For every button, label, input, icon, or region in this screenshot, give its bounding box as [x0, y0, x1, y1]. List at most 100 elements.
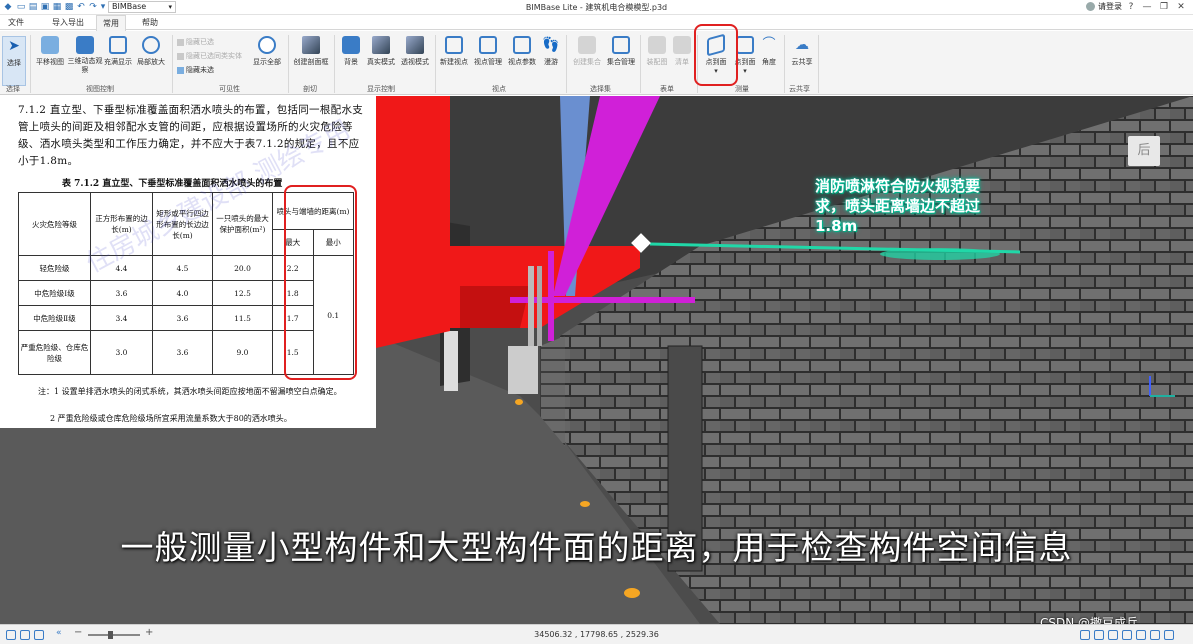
view-cube-back[interactable]: 后 [1128, 136, 1160, 166]
pan-view-label: 平移视图 [36, 58, 64, 66]
hand-icon [41, 36, 59, 54]
hide-icon [177, 52, 184, 60]
walkthrough-label: 漫游 [544, 58, 558, 66]
zoom-window-button[interactable]: 局部放大 [134, 36, 168, 86]
close-button[interactable]: ✕ [1174, 1, 1188, 13]
gray-pipe-2 [537, 266, 542, 346]
table-cell: 9.0 [212, 330, 273, 375]
eye-icon [258, 36, 276, 54]
set-manage-icon [612, 36, 630, 54]
select-button[interactable]: ➤ 选择 [2, 36, 26, 86]
window-frame-mid [508, 346, 538, 394]
group-label-visibility: 可见性 [219, 85, 240, 93]
assembly-icon [648, 36, 666, 54]
list-icon [673, 36, 691, 54]
show-all-button[interactable]: 显示全部 [250, 36, 284, 86]
cloud-share-label: 云共享 [791, 58, 813, 66]
new-viewpoint-label: 新建视点 [440, 58, 468, 66]
hide-same-type-label: 隐藏已选同类实体 [186, 52, 242, 60]
fit-all-button[interactable]: 充满显示 [103, 36, 133, 86]
measure-annotation: 消防喷淋符合防火规范要 求，喷头距离墙边不超过 1.8m [815, 176, 980, 236]
table-cell: 3.0 [90, 330, 153, 375]
orbit-button[interactable]: 三维动态观察 [67, 36, 103, 86]
sprinkler-head [580, 501, 590, 507]
perspective-mode-label: 透视模式 [401, 58, 429, 66]
background-icon [342, 36, 360, 54]
viewpoint-params-button[interactable]: 视点参数 [505, 36, 539, 86]
group-label-forms: 表单 [660, 85, 674, 93]
shade-mode-icon[interactable] [1094, 630, 1104, 640]
select-label: 选择 [7, 59, 21, 67]
realistic-mode-button[interactable]: 真实模式 [364, 36, 398, 86]
section-box-button[interactable]: 创建剖面框 [291, 36, 331, 86]
hide-icon [177, 66, 184, 74]
hide-unselected-label: 隐藏未选 [186, 66, 214, 74]
hide-selected-label: 隐藏已选 [186, 38, 214, 46]
walkthrough-button[interactable]: 👣 漫游 [539, 36, 563, 86]
title-bar: ◆ ▭ ▤ ▣ ▦ ▩ ↶ ↷ ▾ BIMBase ▾ BIMBase Lite… [0, 0, 1193, 15]
gray-pipe-1 [528, 266, 534, 346]
hide-same-type-button[interactable]: 隐藏已选同类实体 [177, 51, 242, 61]
status-bar: « − + 34506.32 , 17798.65 , 2529.36 [0, 624, 1193, 644]
tab-file[interactable]: 文件 [2, 15, 30, 30]
tab-help[interactable]: 帮助 [136, 15, 164, 30]
create-set-label: 创建集合 [573, 58, 601, 66]
view-mode-icon[interactable] [1080, 630, 1090, 640]
create-set-button[interactable]: 创建集合 [569, 36, 605, 86]
settings-icon[interactable] [1150, 630, 1160, 640]
maximize-button[interactable]: ❐ [1157, 1, 1171, 13]
table-note-1: 注：1 设置单排洒水喷头的闭式系统，其洒水喷头间距应按地面不留漏喷空白点确定。 [38, 387, 342, 396]
ribbon-tabs: 文件 导入导出 常用 帮助 [0, 15, 1193, 31]
zoom-window-label: 局部放大 [137, 58, 165, 66]
ribbon: ➤ 选择 平移视图 三维动态观察 充满显示 局部放大 隐藏已选 隐藏已选同类实体 … [0, 31, 1193, 95]
perspective-mode-button[interactable]: 透视模式 [398, 36, 432, 86]
background-button[interactable]: 背景 [338, 36, 364, 86]
help-button[interactable]: ? [1124, 1, 1138, 13]
login-button[interactable]: 请登录 [1086, 1, 1122, 13]
camera-params-icon [513, 36, 531, 54]
viewpoint-manage-button[interactable]: 视点管理 [471, 36, 505, 86]
hide-unselected-button[interactable]: 隐藏未选 [177, 65, 214, 75]
tab-common[interactable]: 常用 [96, 15, 126, 31]
fullscreen-icon[interactable] [1164, 630, 1174, 640]
angle-button[interactable]: ⌒ 角度 [758, 36, 780, 86]
magnifier-icon [142, 36, 160, 54]
avatar-icon [1086, 2, 1095, 11]
code-excerpt-panel: 7.1.2 直立型、下垂型标准覆盖面积洒水喷头的布置，包括同一根配水支管上喷头的… [0, 96, 376, 428]
table-note-2: 2 严重危险级或仓库危险级场所宜采用流量系数大于80的洒水喷头。 [50, 414, 292, 423]
group-label-viewpoint: 视点 [492, 85, 506, 93]
annotation-line-3: 1.8m [815, 217, 858, 235]
group-label-select: 选择 [6, 85, 20, 93]
group-label-measure: 测量 [735, 85, 749, 93]
tab-import-export[interactable]: 导入导出 [46, 15, 90, 30]
annotation-line-1: 消防喷淋符合防火规范要 [815, 177, 981, 195]
group-label-cloud: 云共享 [789, 85, 810, 93]
red-duct-shade [460, 286, 530, 328]
set-manage-button[interactable]: 集合管理 [605, 36, 637, 86]
csdn-watermark: CSDN @撒豆成兵 [1040, 616, 1139, 624]
bill-button[interactable]: 清单 [670, 36, 694, 86]
new-viewpoint-button[interactable]: 新建视点 [437, 36, 471, 86]
video-caption: 一般测量小型构件和大型构件面的距离，用于检查构件空间信息 [120, 528, 1073, 567]
hide-selected-button[interactable]: 隐藏已选 [177, 37, 214, 47]
3d-viewport[interactable]: 7.1.2 直立型、下垂型标准覆盖面积洒水喷头的布置，包括同一根配水支管上喷头的… [0, 96, 1193, 624]
table-cell: 11.5 [212, 305, 273, 331]
wire-mode-icon[interactable] [1108, 630, 1118, 640]
pan-view-button[interactable]: 平移视图 [33, 36, 67, 86]
footprint-icon: 👣 [542, 37, 560, 53]
group-label-view-control: 视图控制 [86, 85, 114, 93]
realistic-mode-label: 真实模式 [367, 58, 395, 66]
assembly-drawing-button[interactable]: 装配图 [644, 36, 670, 86]
cursor-icon: ➤ [8, 38, 20, 54]
camera-mode-icon[interactable] [1136, 630, 1146, 640]
measure-highlight-box [694, 24, 738, 86]
sprinkler-head [515, 399, 523, 405]
cursor-coordinates: 34506.32 , 17798.65 , 2529.36 [534, 630, 659, 639]
table-cell: 严重危险级、仓库危险级 [18, 330, 91, 375]
cloud-share-button[interactable]: ☁ 云共享 [789, 36, 815, 86]
camera-gear-icon [479, 36, 497, 54]
assembly-label: 装配图 [646, 58, 668, 66]
table-cell: 3.6 [152, 330, 213, 375]
render-mode-icon[interactable] [1122, 630, 1132, 640]
minimize-button[interactable]: — [1140, 1, 1154, 13]
